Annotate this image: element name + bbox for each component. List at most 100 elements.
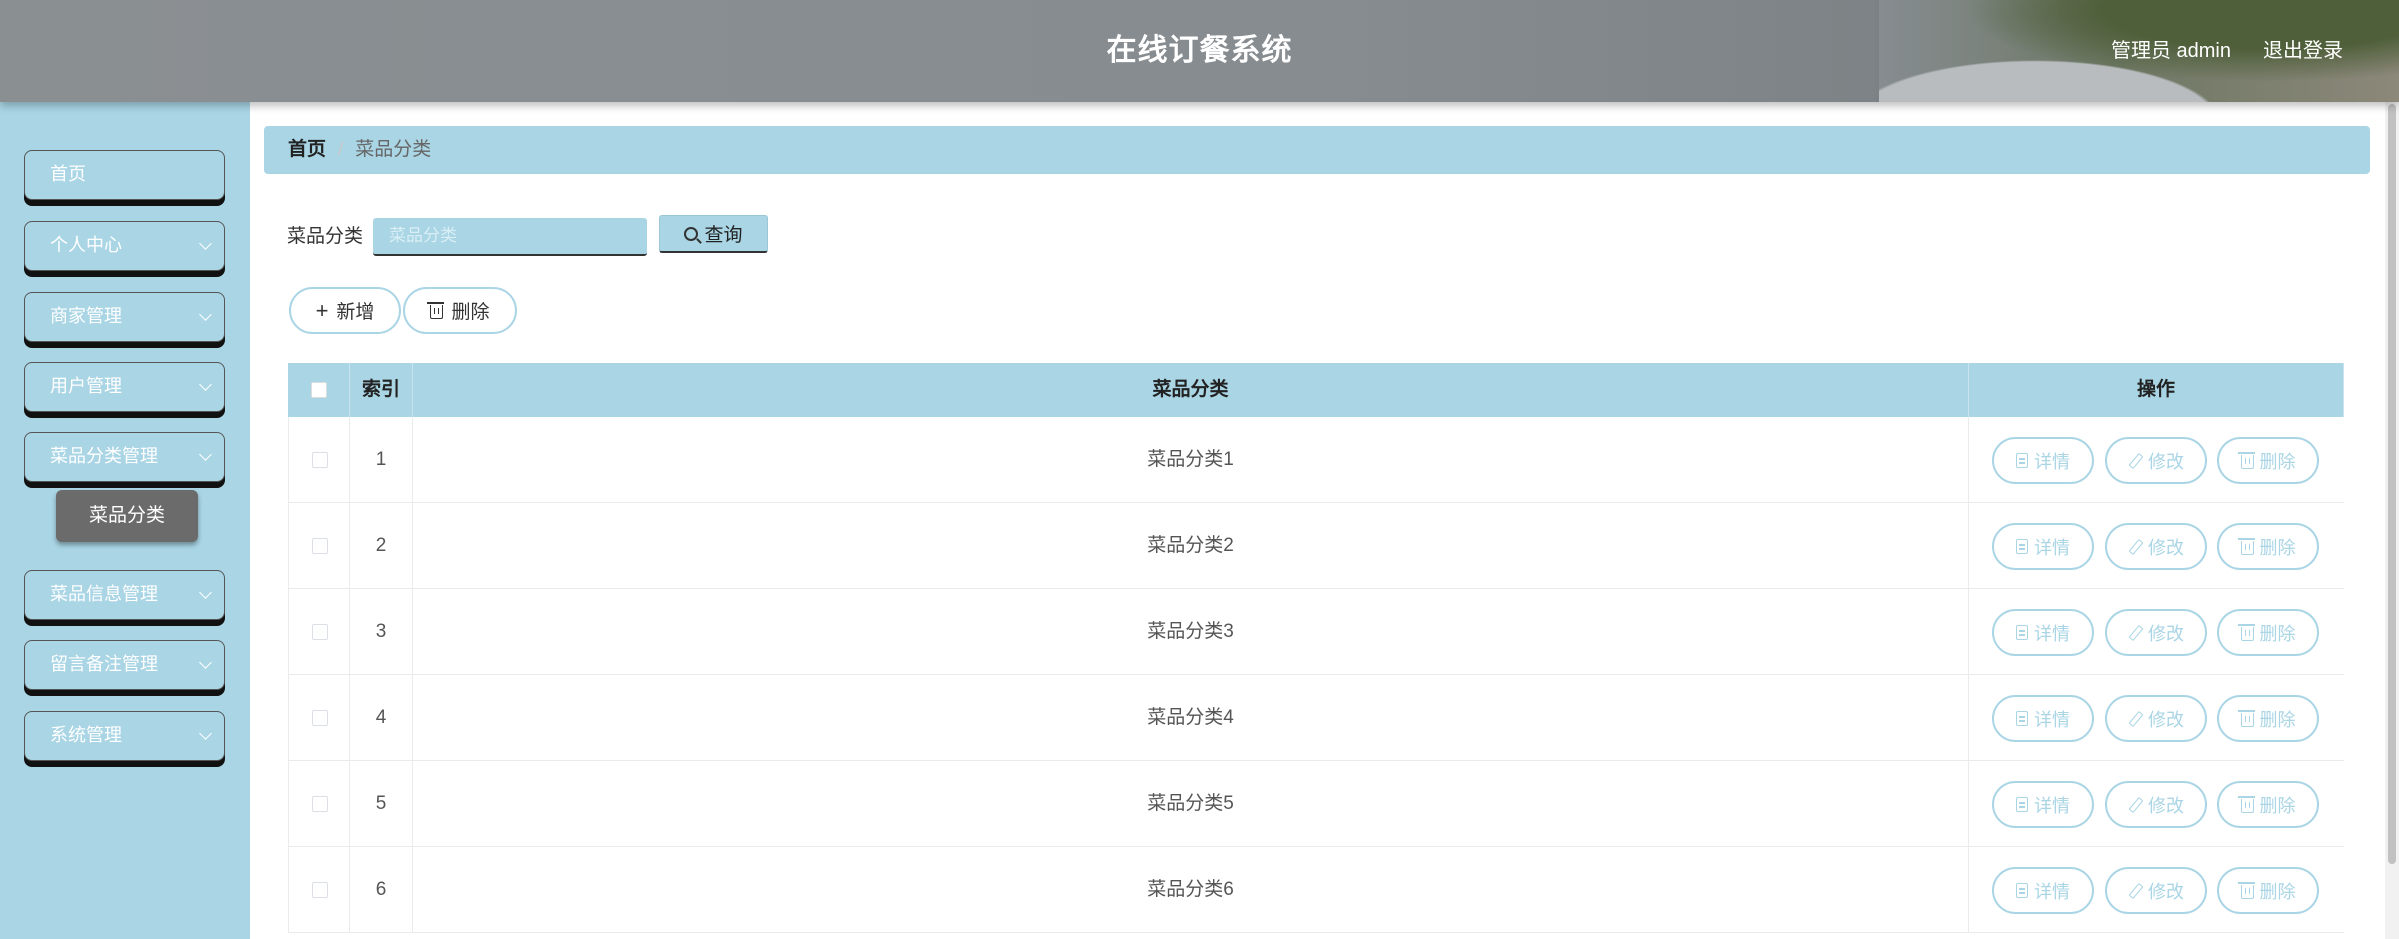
row-index: 3 (350, 589, 413, 675)
detail-button[interactable]: 详情 (1992, 695, 2094, 742)
chevron-down-icon (199, 727, 212, 740)
delete-label: 删除 (2259, 537, 2296, 558)
row-category-name: 菜品分类3 (413, 589, 1969, 675)
delete-button[interactable]: 删除 (2217, 609, 2319, 656)
delete-button[interactable]: 删除 (2217, 523, 2319, 570)
row-category-name: 菜品分类4 (413, 675, 1969, 761)
row-index: 5 (350, 761, 413, 847)
column-header-actions: 操作 (1969, 363, 2344, 417)
pencil-icon (2128, 626, 2142, 640)
trash-icon (2237, 538, 2255, 555)
row-index: 4 (350, 675, 413, 761)
detail-label: 详情 (2034, 881, 2070, 902)
delete-label: 删除 (2259, 795, 2296, 816)
chevron-down-icon (199, 378, 212, 391)
edit-button[interactable]: 修改 (2105, 523, 2207, 570)
sidebar-item-dish-category-management[interactable]: 菜品分类管理 (24, 432, 225, 482)
sidebar-item-label: 系统管理 (50, 725, 122, 745)
detail-button[interactable]: 详情 (1992, 523, 2094, 570)
edit-label: 修改 (2148, 795, 2184, 816)
batch-delete-button[interactable]: 删除 (403, 287, 517, 334)
detail-label: 详情 (2034, 709, 2070, 730)
row-checkbox[interactable] (312, 710, 328, 726)
add-button[interactable]: + 新增 (289, 287, 401, 334)
scrollbar-thumb[interactable] (2388, 104, 2396, 864)
select-all-checkbox[interactable] (311, 382, 327, 398)
delete-button[interactable]: 删除 (2217, 781, 2319, 828)
detail-button[interactable]: 详情 (1992, 437, 2094, 484)
app-title: 在线订餐系统 (1106, 34, 1293, 67)
chevron-down-icon (199, 656, 212, 669)
sidebar-item-home[interactable]: 首页 (24, 150, 225, 200)
submenu-item-dish-category[interactable]: 菜品分类 (56, 490, 198, 542)
search-input[interactable] (373, 218, 647, 256)
add-button-label: 新增 (336, 302, 375, 323)
edit-button[interactable]: 修改 (2105, 867, 2207, 914)
header-select-cell (288, 363, 350, 417)
detail-button[interactable]: 详情 (1992, 781, 2094, 828)
row-select-cell (288, 761, 350, 847)
sidebar-item-merchant-management[interactable]: 商家管理 (24, 292, 225, 342)
search-icon (684, 226, 699, 241)
row-checkbox[interactable] (312, 624, 328, 640)
sidebar-item-personal-center[interactable]: 个人中心 (24, 221, 225, 271)
sidebar-item-dish-info-management[interactable]: 菜品信息管理 (24, 570, 225, 620)
row-checkbox[interactable] (312, 796, 328, 812)
detail-button[interactable]: 详情 (1992, 867, 2094, 914)
delete-label: 删除 (2259, 709, 2296, 730)
pencil-icon (2128, 712, 2142, 726)
document-icon (2016, 539, 2028, 554)
current-user: 管理员 admin (2110, 40, 2231, 62)
delete-button[interactable]: 删除 (2217, 867, 2319, 914)
document-icon (2016, 883, 2028, 898)
table-row: 3 菜品分类3 详情 修改 删除 (288, 589, 2344, 675)
delete-label: 删除 (2259, 881, 2296, 902)
row-category-name: 菜品分类5 (413, 761, 1969, 847)
edit-button[interactable]: 修改 (2105, 695, 2207, 742)
column-header-index: 索引 (350, 363, 413, 417)
row-checkbox[interactable] (312, 538, 328, 554)
row-category-name: 菜品分类1 (413, 417, 1969, 503)
breadcrumb-home[interactable]: 首页 (288, 139, 326, 160)
sidebar-item-label: 留言备注管理 (50, 654, 158, 674)
chevron-down-icon (199, 237, 212, 250)
edit-label: 修改 (2148, 623, 2184, 644)
document-icon (2016, 711, 2028, 726)
delete-button[interactable]: 删除 (2217, 437, 2319, 484)
detail-label: 详情 (2034, 795, 2070, 816)
row-checkbox[interactable] (312, 882, 328, 898)
pencil-icon (2128, 884, 2142, 898)
pencil-icon (2128, 454, 2142, 468)
edit-label: 修改 (2148, 709, 2184, 730)
chevron-down-icon (199, 448, 212, 461)
vertical-scrollbar[interactable] (2385, 102, 2399, 939)
document-icon (2016, 625, 2028, 640)
sidebar-item-message-management[interactable]: 留言备注管理 (24, 640, 225, 690)
delete-button[interactable]: 删除 (2217, 695, 2319, 742)
sidebar-item-label: 首页 (50, 164, 86, 184)
row-category-name: 菜品分类2 (413, 503, 1969, 589)
row-select-cell (288, 675, 350, 761)
search-button[interactable]: 查询 (659, 215, 768, 253)
document-icon (2016, 797, 2028, 812)
logout-button[interactable]: 退出登录 (2263, 0, 2343, 102)
delete-label: 删除 (2259, 451, 2296, 472)
sidebar-item-system-management[interactable]: 系统管理 (24, 711, 225, 761)
row-checkbox[interactable] (312, 452, 328, 468)
detail-label: 详情 (2034, 537, 2070, 558)
batch-delete-label: 删除 (451, 302, 490, 323)
row-select-cell (288, 847, 350, 933)
detail-button[interactable]: 详情 (1992, 609, 2094, 656)
trash-icon (427, 302, 445, 319)
sidebar-item-user-management[interactable]: 用户管理 (24, 362, 225, 412)
row-select-cell (288, 417, 350, 503)
edit-button[interactable]: 修改 (2105, 437, 2207, 484)
edit-button[interactable]: 修改 (2105, 781, 2207, 828)
edit-button[interactable]: 修改 (2105, 609, 2207, 656)
row-category-name: 菜品分类6 (413, 847, 1969, 933)
edit-label: 修改 (2148, 451, 2184, 472)
table-row: 2 菜品分类2 详情 修改 删除 (288, 503, 2344, 589)
table-header: 索引 菜品分类 操作 (288, 363, 2344, 417)
breadcrumb-separator: / (338, 139, 344, 160)
chevron-down-icon (199, 308, 212, 321)
